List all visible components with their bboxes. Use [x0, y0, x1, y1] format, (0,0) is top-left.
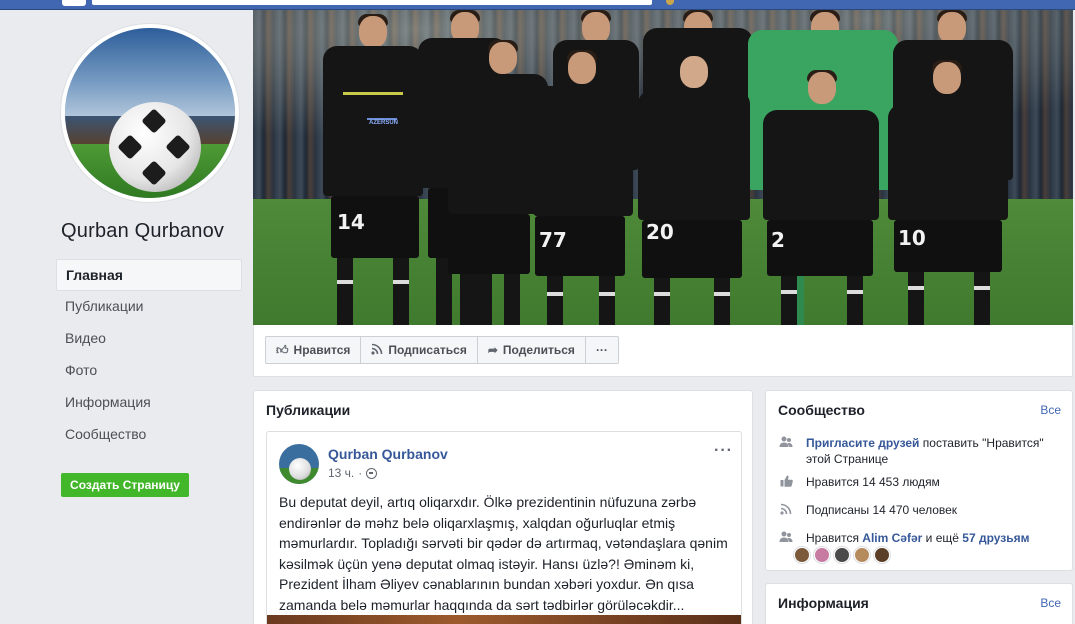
community-title: Сообщество — [778, 402, 865, 418]
people-icon — [778, 436, 794, 452]
post: Qurban Qurbanov 13 ч. · ··· Bu deputat d… — [266, 431, 742, 624]
publications-card: Публикации Qurban Qurbanov 13 ч. · ··· B… — [253, 390, 753, 624]
avatar[interactable] — [814, 547, 830, 563]
globe-icon — [366, 467, 378, 479]
follow-label: Подписаться — [388, 343, 467, 357]
more-friends-link[interactable]: 57 друзьям — [962, 531, 1029, 545]
post-timestamp[interactable]: 13 ч. — [328, 466, 354, 480]
profile-picture[interactable] — [61, 24, 239, 202]
post-options-button[interactable]: ··· — [714, 442, 733, 460]
follow-button[interactable]: Подписаться — [360, 336, 478, 364]
avatar[interactable] — [854, 547, 870, 563]
people-icon — [778, 531, 794, 547]
jersey-number: 2 — [771, 228, 785, 252]
likes-count: Нравится 14 453 людям — [806, 475, 940, 489]
jersey-number: 10 — [898, 226, 926, 250]
post-meta: 13 ч. · — [328, 466, 378, 480]
jersey-number: 14 — [337, 210, 365, 234]
sidebar-item-community[interactable]: Сообщество — [56, 419, 242, 451]
share-button[interactable]: ➦ Поделиться — [476, 336, 586, 364]
rss-icon — [371, 343, 383, 358]
info-see-all-link[interactable]: Все — [1040, 596, 1061, 610]
thumbs-up-icon — [778, 475, 794, 491]
avatar[interactable] — [794, 547, 810, 563]
community-card: Сообщество Все Пригласите друзей постави… — [765, 390, 1073, 571]
community-see-all-link[interactable]: Все — [1040, 403, 1061, 417]
invite-friends-link[interactable]: Пригласите друзей — [806, 436, 919, 450]
info-title: Информация — [778, 595, 869, 611]
sponsor-text: AZERSUN — [369, 120, 399, 126]
profile-shortcut-icon[interactable] — [666, 0, 674, 5]
soccer-ball-icon — [109, 102, 201, 192]
post-avatar[interactable] — [279, 444, 319, 484]
followers-count: Подписаны 14 470 человек — [806, 503, 958, 517]
sidebar-nav: Главная Публикации Видео Фото Информация… — [56, 259, 242, 451]
thumbs-up-icon: 👍︎ — [276, 342, 289, 357]
more-actions-button[interactable]: ··· — [584, 336, 619, 364]
page-title[interactable]: Qurban Qurbanov — [61, 220, 224, 243]
invite-row: Пригласите друзей поставить "Нравится" э… — [778, 435, 1066, 467]
jersey-number: 20 — [646, 220, 674, 244]
post-text: Bu deputat deyil, artıq oliqarxdır. Ölkə… — [279, 494, 728, 613]
create-page-button[interactable]: Создать Страницу — [61, 473, 189, 497]
share-arrow-icon: ➦ — [487, 343, 498, 357]
sidebar-item-videos[interactable]: Видео — [56, 323, 242, 355]
more-label: ··· — [595, 343, 608, 357]
sidebar-item-about[interactable]: Информация — [56, 387, 242, 419]
cover-photo[interactable]: 14 AZERSUN 77 20 2 10 — [253, 10, 1073, 325]
publications-title: Публикации — [266, 402, 351, 418]
info-card: Информация Все — [765, 583, 1073, 624]
page-actions: 👍︎ Нравится Подписаться ➦ Поделиться ··· — [265, 336, 619, 364]
sidebar-item-photos[interactable]: Фото — [56, 355, 242, 387]
top-bar — [0, 0, 1075, 10]
search-input[interactable] — [92, 0, 652, 5]
left-column: Qurban Qurbanov Главная Публикации Видео… — [0, 10, 252, 624]
rss-icon — [778, 503, 794, 519]
friend-avatars — [794, 547, 890, 563]
like-label: Нравится — [293, 343, 351, 357]
avatar[interactable] — [834, 547, 850, 563]
sidebar-item-home[interactable]: Главная — [56, 259, 242, 291]
share-label: Поделиться — [502, 343, 575, 357]
facebook-logo-icon[interactable] — [62, 0, 86, 6]
sidebar-item-posts[interactable]: Публикации — [56, 291, 242, 323]
like-button[interactable]: 👍︎ Нравится — [265, 336, 362, 364]
avatar[interactable] — [874, 547, 890, 563]
jersey-number: 77 — [539, 228, 567, 252]
friend-name-link[interactable]: Alim Cəfər — [862, 531, 922, 545]
post-image[interactable] — [267, 615, 741, 624]
post-author-link[interactable]: Qurban Qurbanov — [328, 446, 448, 462]
page-actions-bar: 👍︎ Нравится Подписаться ➦ Поделиться ··· — [253, 325, 1073, 377]
